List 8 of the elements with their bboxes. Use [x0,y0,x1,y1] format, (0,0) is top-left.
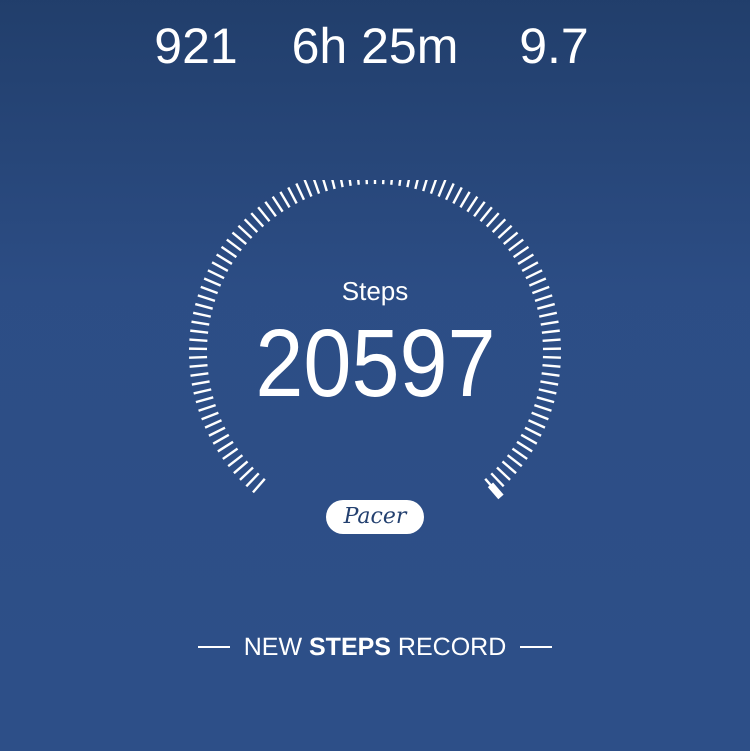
steps-count: 20597 [254,314,496,414]
record-headline: NEW STEPS RECORD [244,632,506,662]
progress-marker [488,482,504,500]
stat-value: 921 [154,18,238,74]
stat-value: 9.7 [519,18,589,74]
pacer-logo: Pacer [326,500,424,534]
stat-value: 6h 25m [292,18,458,74]
steps-label: Steps [342,276,408,306]
